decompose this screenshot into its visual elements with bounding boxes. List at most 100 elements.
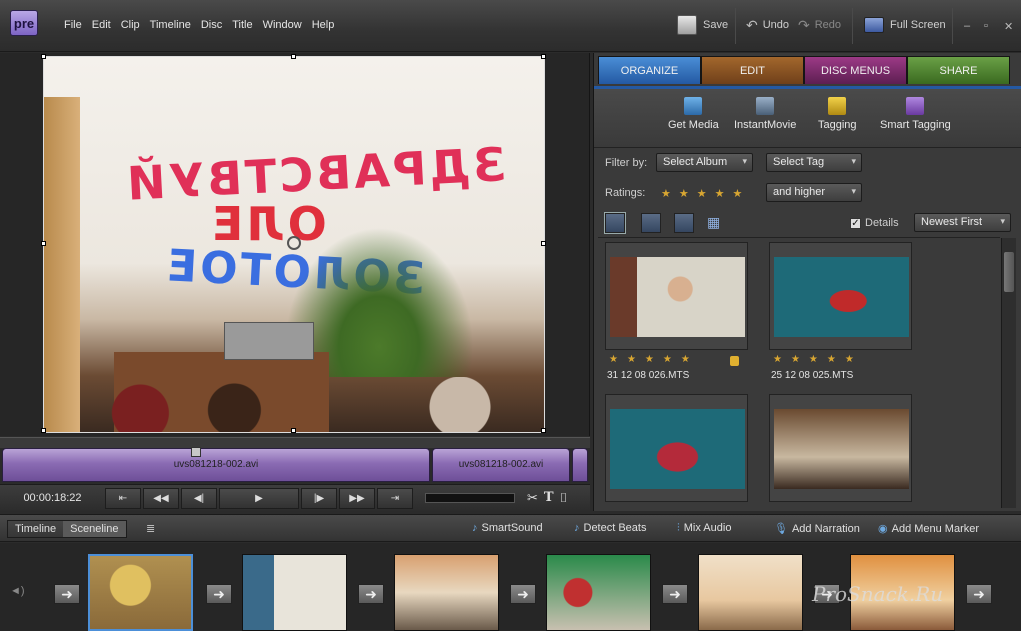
resize-handle[interactable] (41, 241, 46, 246)
scene-clip[interactable] (546, 554, 651, 631)
text-tool-icon[interactable]: T (544, 490, 554, 506)
menu-window[interactable]: Window (263, 19, 302, 31)
undo-label: Undo (762, 19, 790, 31)
undo-button[interactable]: ↶ Undo (746, 13, 789, 37)
timeline-toggle[interactable]: Timeline (8, 521, 63, 537)
smart-tagging-button[interactable]: Smart Tagging (880, 97, 951, 131)
mix-audio-label: Mix Audio (683, 522, 732, 534)
clip-item[interactable]: uvs081218-002.avi (2, 448, 430, 482)
transition-arrow[interactable]: ➜ (54, 584, 80, 604)
resize-handle[interactable] (541, 428, 546, 433)
media-rating[interactable]: ★★★★★ (773, 354, 863, 365)
camera-icon[interactable]: ⌷ (560, 490, 568, 506)
list-icon[interactable]: ≣ (146, 522, 155, 535)
move-crosshair-icon[interactable] (287, 236, 301, 250)
mini-timeline-ruler[interactable] (0, 437, 590, 448)
menu-help[interactable]: Help (312, 19, 335, 31)
scene-clip[interactable] (88, 554, 193, 631)
media-scrollbar[interactable] (1001, 238, 1016, 508)
menu-edit[interactable]: Edit (92, 19, 111, 31)
undo-icon: ↶ (746, 16, 758, 33)
media-thumbnail[interactable] (605, 242, 748, 350)
album-dropdown[interactable]: Select Album (656, 153, 753, 172)
scissors-icon[interactable]: ✂ (527, 490, 538, 506)
playhead[interactable] (191, 447, 201, 457)
details-checkbox[interactable]: ✓ (850, 218, 861, 229)
mix-audio-button[interactable]: ⫶ Mix Audio (677, 522, 731, 535)
detect-beats-button[interactable]: ♪ Detect Beats (574, 522, 646, 534)
media-thumbnail[interactable] (769, 242, 912, 350)
sort-dropdown[interactable]: Newest First (914, 213, 1011, 232)
tagging-button[interactable]: Tagging (818, 97, 857, 131)
step-forward-button[interactable]: |▶ (301, 487, 337, 509)
minimize-icon[interactable]: – (964, 20, 970, 32)
video-filter-icon[interactable] (604, 212, 626, 234)
scene-clip[interactable] (394, 554, 499, 631)
restore-icon[interactable]: ▫ (984, 20, 988, 32)
resize-handle[interactable] (541, 241, 546, 246)
clip-item[interactable]: uvs081218-002.avi (432, 448, 570, 482)
resize-handle[interactable] (291, 54, 296, 59)
get-media-button[interactable]: Get Media (668, 97, 719, 131)
rewind-button[interactable]: ◀◀ (143, 487, 179, 509)
step-back-button[interactable]: ◀| (181, 487, 217, 509)
scrollbar-thumb[interactable] (1004, 252, 1014, 292)
save-button[interactable]: Save (677, 13, 728, 37)
media-name: 25 12 08 025.MTS (771, 370, 854, 381)
view-toggle: Timeline Sceneline (7, 520, 127, 538)
transition-arrow[interactable]: ➜ (206, 584, 232, 604)
video-door (44, 97, 80, 432)
audio-filter-icon[interactable] (641, 213, 661, 233)
tag-dropdown[interactable]: Select Tag (766, 153, 862, 172)
go-to-end-button[interactable]: ⇥ (377, 487, 413, 509)
menu-timeline[interactable]: Timeline (150, 19, 191, 31)
play-button[interactable]: ▶ (219, 487, 299, 509)
go-to-start-button[interactable]: ⇤ (105, 487, 141, 509)
ratings-stars[interactable]: ★★★★★ (661, 187, 750, 200)
tab-share[interactable]: SHARE (907, 56, 1010, 84)
speaker-icon[interactable]: ◄) (10, 585, 25, 597)
shuttle-slider[interactable] (425, 493, 515, 503)
smartsound-button[interactable]: ♪ SmartSound (472, 522, 543, 534)
scene-clip[interactable] (698, 554, 803, 631)
save-label: Save (703, 19, 729, 31)
resize-handle[interactable] (41, 428, 46, 433)
timecode[interactable]: 00:00:18:22 (0, 492, 105, 504)
add-narration-button[interactable]: 🎙 Add Narration (774, 522, 860, 535)
resize-handle[interactable] (541, 54, 546, 59)
transition-arrow[interactable]: ➜ (662, 584, 688, 604)
filmstrip-icon (756, 97, 775, 115)
grid-view-icon[interactable]: ▦ (707, 215, 725, 231)
scene-clip[interactable] (242, 554, 347, 631)
sceneline-toggle[interactable]: Sceneline (63, 521, 126, 537)
redo-button[interactable]: ↷ Redo (798, 13, 841, 37)
transition-arrow[interactable]: ➜ (510, 584, 536, 604)
fast-forward-button[interactable]: ▶▶ (339, 487, 375, 509)
transition-arrow[interactable]: ➜ (358, 584, 384, 604)
higher-dropdown[interactable]: and higher (766, 183, 862, 202)
task-panel: ORGANIZE EDIT DISC MENUS SHARE Get Media… (593, 53, 1021, 511)
fullscreen-button[interactable]: Full Screen (864, 13, 946, 37)
instantmovie-button[interactable]: InstantMovie (734, 97, 796, 131)
close-icon[interactable]: ✕ (1004, 20, 1013, 33)
media-thumbnail[interactable] (769, 394, 912, 502)
resize-handle[interactable] (291, 428, 296, 433)
monitor-panel: ЗДРАВСТВУЙ ОЛЕ ЗОЛОТОЕ (0, 53, 590, 436)
menu-title[interactable]: Title (232, 19, 252, 31)
resize-handle[interactable] (41, 54, 46, 59)
menu-file[interactable]: File (64, 19, 82, 31)
transition-arrow[interactable]: ➜ (966, 584, 992, 604)
image-filter-icon[interactable] (674, 213, 694, 233)
menu-disc[interactable]: Disc (201, 19, 222, 31)
media-grid: ★★★★★ 31 12 08 026.MTS ★★★★★ 25 12 08 02… (598, 237, 1000, 509)
clip-item[interactable] (572, 448, 588, 482)
microphone-icon: 🎙 (774, 523, 788, 535)
menu-clip[interactable]: Clip (121, 19, 140, 31)
clip-name: uvs081218-002.avi (173, 459, 259, 470)
media-rating[interactable]: ★★★★★ (609, 354, 699, 365)
tab-disc-menus[interactable]: DISC MENUS (804, 56, 907, 84)
media-thumbnail[interactable] (605, 394, 748, 502)
add-menu-marker-button[interactable]: ◉ Add Menu Marker (878, 522, 979, 535)
tab-edit[interactable]: EDIT (701, 56, 804, 84)
tab-organize[interactable]: ORGANIZE (598, 56, 701, 84)
